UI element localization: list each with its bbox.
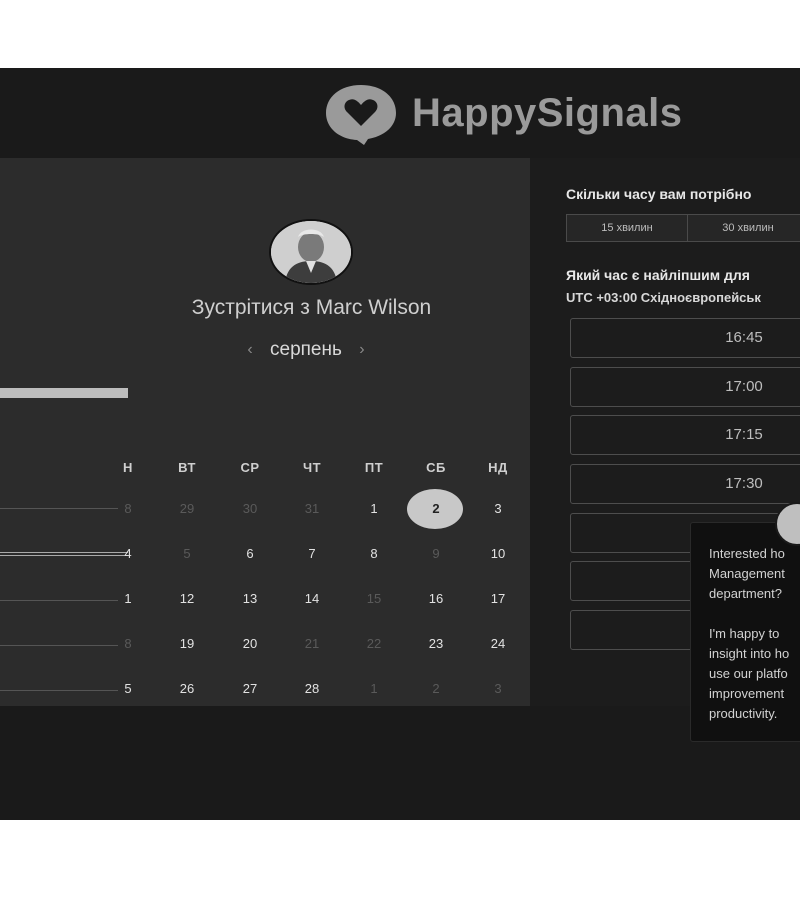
calendar-panel: Зустрітися з Marc Wilson ‹ серпень › Н ВТ… [0, 158, 530, 706]
chat-line: use our platfo [709, 666, 788, 681]
weekday-label: СР [240, 460, 260, 475]
calendar-day[interactable]: 12 [160, 591, 214, 606]
chat-popup[interactable]: Interested ho Management department? I'm… [690, 522, 800, 742]
calendar-day[interactable]: 26 [160, 681, 214, 696]
month-navigation: ‹ серпень › [240, 339, 372, 361]
calendar-day[interactable]: 4 [101, 546, 155, 561]
calendar-day[interactable]: 6 [223, 546, 277, 561]
chevron-left-icon[interactable]: ‹ [240, 341, 260, 359]
calendar-day: 3 [494, 681, 502, 696]
calendar-day[interactable]: 17 [471, 591, 525, 606]
calendar-day: 1 [370, 681, 378, 696]
chat-line: insight into ho [709, 646, 790, 661]
calendar-day: 8 [124, 636, 132, 651]
chat-line: improvement [709, 686, 785, 701]
calendar-day[interactable]: 10 [471, 546, 525, 561]
time-slot[interactable]: 17:30 [570, 464, 800, 504]
time-slot[interactable]: 17:15 [570, 415, 800, 455]
weekday-label: Н [123, 460, 133, 475]
calendar-day: 21 [304, 636, 320, 651]
calendar-day[interactable]: 27 [223, 681, 277, 696]
calendar-day: 15 [366, 591, 382, 606]
calendar-day[interactable]: 24 [471, 636, 525, 651]
calendar-day[interactable]: 19 [160, 636, 214, 651]
brand-logo[interactable]: HappySignals [322, 81, 683, 145]
calendar-day[interactable]: 20 [223, 636, 277, 651]
time-slot-label: 17:15 [725, 426, 763, 443]
calendar-day[interactable]: 3 [471, 501, 525, 516]
calendar-day: 31 [304, 501, 320, 516]
calendar-day[interactable]: 13 [223, 591, 277, 606]
chat-line: I'm happy to [709, 626, 780, 641]
chat-line: department? [709, 586, 782, 601]
timezone-label: UTC +03:00 Східноєвропейськ [566, 290, 761, 305]
calendar-day[interactable]: 23 [409, 636, 463, 651]
chat-line: Management [709, 566, 785, 581]
duration-option[interactable]: 15 хвилин [567, 215, 688, 241]
calendar-day: 8 [124, 501, 132, 516]
calendar-day[interactable]: 16 [409, 591, 463, 606]
weekday-label: ЧТ [302, 460, 322, 475]
calendar-day: 9 [432, 546, 440, 561]
host-avatar [269, 219, 353, 285]
calendar-day[interactable]: 5 [101, 681, 155, 696]
calendar-day: 29 [179, 501, 195, 516]
heart-speech-bubble-icon [322, 81, 400, 145]
weekday-label: СБ [426, 460, 446, 475]
chevron-right-icon[interactable]: › [352, 341, 372, 359]
meeting-title: Зустрітися з Marc Wilson [191, 296, 432, 319]
calendar-day: 5 [183, 546, 191, 561]
time-slot-label: 16:45 [725, 329, 763, 346]
duration-selector: 15 хвилин 30 хвилин [566, 214, 800, 242]
calendar-day[interactable]: 1 [101, 591, 155, 606]
time-question: Який час є найліпшим для [566, 267, 750, 283]
calendar-day: 2 [432, 681, 440, 696]
weekday-label: ВТ [178, 460, 196, 475]
app-frame: HappySignals Зустрітися з Marc Wilson ‹ … [0, 68, 800, 820]
brand-name: HappySignals [412, 90, 683, 135]
weekday-label: НД [488, 460, 508, 475]
time-slot[interactable]: 16:45 [570, 318, 800, 358]
month-label: серпень [270, 339, 342, 360]
decorative-bar [0, 388, 128, 398]
calendar-day: 22 [366, 636, 382, 651]
header: HappySignals [0, 68, 800, 158]
calendar-day[interactable]: 7 [285, 546, 339, 561]
time-slot[interactable]: 17:00 [570, 367, 800, 407]
duration-option[interactable]: 30 хвилин [688, 215, 800, 241]
footer [0, 706, 800, 820]
chat-line: Interested ho [709, 546, 785, 561]
calendar-day-selected[interactable]: 2 [409, 501, 463, 516]
time-slot-label: 17:30 [725, 475, 763, 492]
weekday-label: ПТ [364, 460, 384, 475]
calendar-day[interactable]: 1 [347, 501, 401, 516]
calendar-day[interactable]: 8 [347, 546, 401, 561]
chat-line: productivity. [709, 706, 778, 721]
duration-question: Скільки часу вам потрібно [566, 186, 752, 202]
time-slot-label: 17:00 [725, 378, 763, 395]
calendar-day[interactable]: 14 [285, 591, 339, 606]
calendar-day: 30 [242, 501, 258, 516]
calendar-day[interactable]: 28 [285, 681, 339, 696]
